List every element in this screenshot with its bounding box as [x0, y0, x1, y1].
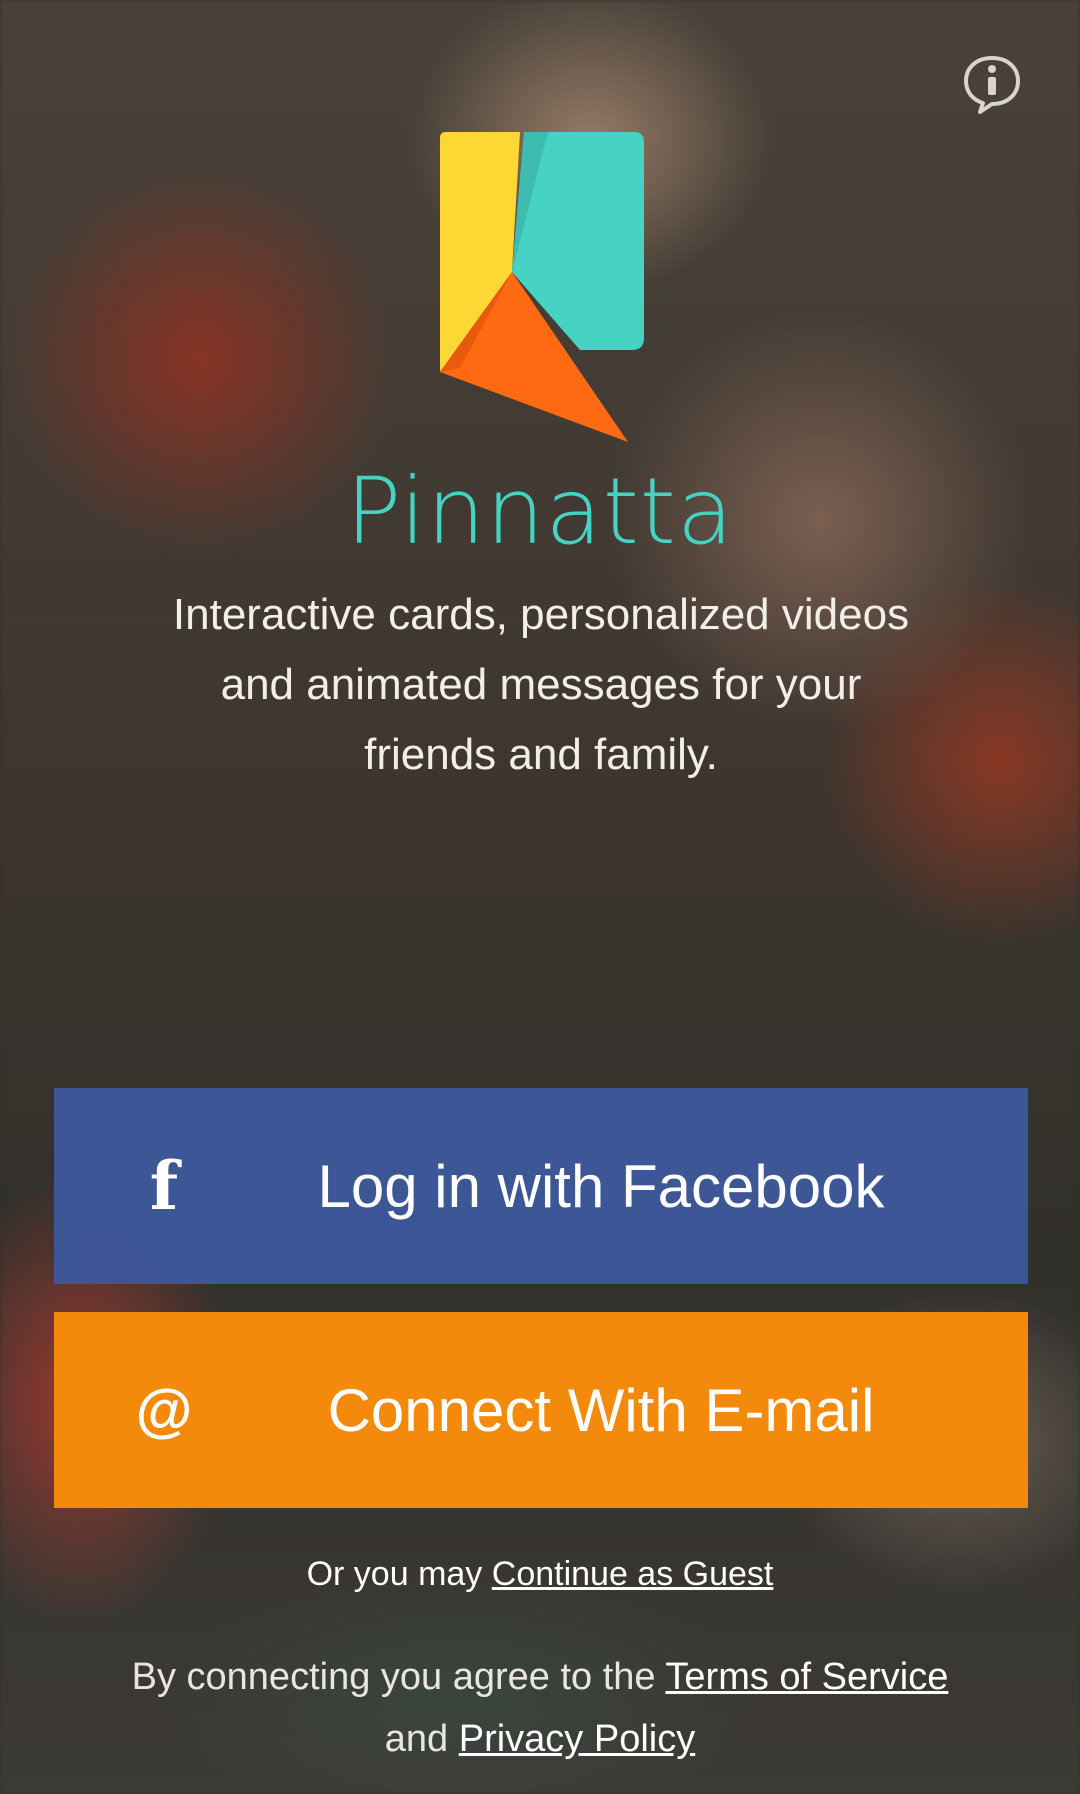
legal-prefix-text: By connecting you agree to the: [131, 1656, 666, 1698]
email-connect-label: Connect With E-mail: [327, 1376, 875, 1444]
privacy-policy-link[interactable]: Privacy Policy: [459, 1718, 696, 1760]
facebook-login-label: Log in with Facebook: [317, 1152, 885, 1220]
app-logo: [430, 132, 650, 444]
legal-notice: By connecting you agree to the Terms of …: [100, 1646, 980, 1770]
at-sign-icon: @: [135, 1377, 193, 1443]
login-screen: Pinnatta Interactive cards, personalized…: [0, 0, 1080, 1794]
email-connect-button[interactable]: @ Connect With E-mail: [54, 1312, 1028, 1508]
facebook-icon: f: [149, 1147, 179, 1225]
continue-as-guest-link[interactable]: Continue as Guest: [492, 1555, 774, 1593]
facebook-login-button[interactable]: f Log in with Facebook: [54, 1088, 1028, 1284]
app-tagline: Interactive cards, personalized videos a…: [172, 590, 910, 779]
guest-prompt-text: Or you may: [306, 1555, 492, 1593]
app-title: Pinnatta: [345, 458, 735, 565]
guest-prompt: Or you may Continue as Guest: [0, 1555, 1080, 1594]
terms-of-service-link[interactable]: Terms of Service: [665, 1656, 948, 1698]
legal-middle-text: and: [384, 1718, 459, 1760]
info-icon[interactable]: [960, 52, 1024, 116]
